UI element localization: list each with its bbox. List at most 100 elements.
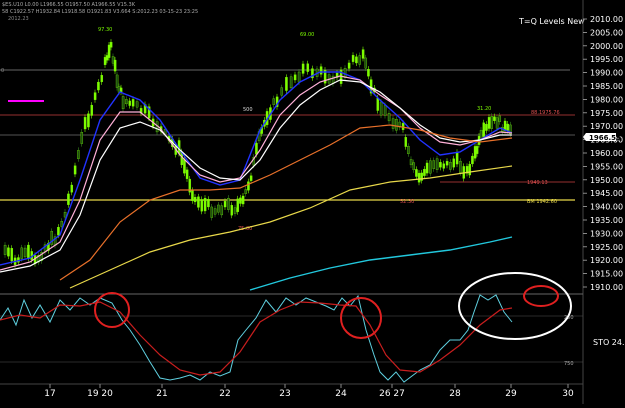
price-chart[interactable]: $ES.U10 L0.00 L1966.55 O1957.50 A1966.55…: [0, 0, 625, 404]
candle-body: [63, 212, 67, 218]
candle-body: [80, 132, 84, 144]
time-tick-label: 22: [219, 389, 230, 399]
price-tick-label: 1925.00: [590, 243, 623, 252]
candle-body: [289, 76, 293, 89]
time-tick-label: 17: [44, 389, 55, 399]
price-tick-label: 1985.00: [590, 82, 623, 91]
candle-body: [506, 123, 510, 131]
candle-body: [97, 81, 100, 91]
price-tick-label: 1945.00: [590, 189, 623, 198]
candle-body: [358, 55, 362, 65]
candle-body: [213, 208, 217, 215]
candle-body: [487, 117, 491, 129]
candle-body: [125, 99, 128, 105]
candle-body: [87, 113, 90, 128]
candle-body: [60, 221, 64, 227]
chart-title: T=Q Levels New: [518, 17, 585, 26]
candle-body: [230, 205, 234, 216]
candle-body: [203, 197, 207, 212]
candle-body: [435, 158, 439, 170]
candle-body: [285, 77, 288, 91]
candle-body: [423, 168, 426, 176]
peak-label-3: 31.20: [477, 106, 491, 112]
candle-body: [227, 198, 230, 210]
candle-body: [115, 74, 119, 88]
candle-body: [425, 162, 429, 174]
candle-body: [121, 96, 125, 110]
price-tick-label: 1970.00: [590, 122, 623, 131]
header-info-line-2: 58 C1922.57 H1932.84 L1918.58 O1921.83 V…: [2, 9, 198, 15]
current-price-value: 1966.55: [589, 134, 621, 142]
chart-window: $ES.U10 L0.00 L1966.55 O1957.50 A1966.55…: [0, 0, 625, 404]
price-tick-label: 1935.00: [590, 216, 623, 225]
candle-body: [57, 226, 60, 236]
price-tick-label: 1950.00: [590, 176, 623, 185]
time-tick-label: 24: [335, 389, 347, 399]
candle-body: [355, 56, 358, 64]
candle-body: [244, 189, 248, 194]
candle-body: [379, 101, 383, 116]
price-tick-label: 1980.00: [590, 95, 623, 104]
header-info-line-1: $ES.U10 L0.00 L1966.55 O1957.50 A1966.55…: [2, 2, 136, 8]
candle-body: [442, 163, 446, 169]
level-label-red-right: 88.1975.76: [531, 110, 560, 116]
candle-body: [280, 87, 284, 96]
candle-body: [493, 116, 496, 121]
candle-body: [135, 101, 139, 108]
candle-body: [7, 247, 10, 257]
candle-body: [109, 41, 113, 48]
candle-body: [90, 104, 94, 116]
candle-body: [272, 98, 276, 105]
candle-body: [297, 71, 301, 83]
candle-body: [191, 190, 194, 201]
candle-body: [220, 205, 224, 216]
candle-body: [197, 196, 200, 208]
candle-body: [376, 97, 380, 111]
candle-body: [351, 55, 355, 62]
price-tick-label: 1930.00: [590, 229, 623, 238]
candle-body: [306, 63, 310, 72]
candle-body: [455, 152, 459, 165]
candle-body: [439, 162, 442, 168]
candle-body: [404, 137, 408, 147]
candle-body: [20, 247, 24, 259]
candle-body: [23, 247, 27, 258]
candle-body: [183, 159, 186, 174]
time-tick-label: 29: [505, 389, 517, 399]
candle-body: [319, 66, 323, 75]
candle-body: [67, 193, 70, 205]
candle-body: [449, 162, 452, 170]
candle-body: [485, 123, 488, 131]
candle-body: [417, 172, 421, 183]
level-label-500: 500: [243, 107, 253, 113]
candle-body: [343, 68, 347, 78]
candle-body: [3, 244, 7, 255]
candle-body: [482, 122, 486, 137]
price-tick-label: 1975.00: [590, 109, 623, 118]
time-tick-label: 30: [562, 389, 574, 399]
left-label: 0: [1, 68, 4, 74]
level-label-red-mid: 52.30: [400, 199, 414, 205]
price-tick-label: 1960.00: [590, 149, 623, 158]
candle-body: [185, 169, 189, 179]
candle-body: [200, 199, 204, 212]
candle-body: [445, 161, 449, 166]
candle-body: [387, 113, 391, 122]
price-tick-label: 1915.00: [590, 270, 623, 279]
price-tick-label: 1955.00: [590, 162, 623, 171]
price-tick-label: 1910.00: [590, 283, 623, 292]
price-tick-label: 2005.00: [590, 28, 623, 37]
candle-body: [193, 196, 197, 203]
price-tick-label: 1990.00: [590, 69, 623, 78]
candle-body: [409, 159, 413, 166]
candle-body: [223, 201, 227, 208]
level-label-yellow: BM 1942.60: [527, 199, 557, 205]
candle-body: [100, 75, 104, 83]
candle-body: [301, 63, 305, 74]
candle-body: [83, 117, 87, 130]
candle-body: [498, 115, 502, 122]
peak-label-1: 97.30: [98, 27, 112, 33]
candle-body: [233, 207, 237, 214]
candle-body: [495, 117, 499, 129]
time-tick-label: 21: [156, 389, 167, 399]
